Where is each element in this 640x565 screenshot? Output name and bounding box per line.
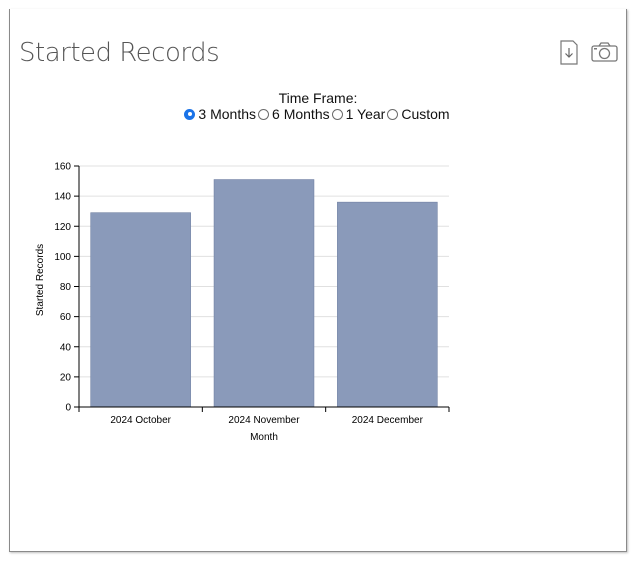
timeframe-option-6-months[interactable]: 6 Months [258,106,330,122]
radio-label: 3 Months [198,106,257,122]
download-icon [560,40,578,65]
download-button[interactable] [559,40,579,71]
screenshot-button[interactable] [591,42,619,67]
radio-label: 1 Year [345,106,386,122]
timeframe-label: Time Frame: [278,90,358,106]
widget-title: Started Records [19,38,220,68]
radio-button[interactable] [184,108,196,120]
radio-button[interactable] [331,108,343,120]
timeframe-option-3-months[interactable]: 3 Months [184,106,256,122]
camera-icon [591,42,618,62]
radio-button[interactable] [258,108,270,120]
radio-label: Custom [401,106,450,122]
timeframe-option-custom[interactable]: Custom [387,106,450,122]
radio-label: 6 Months [272,106,330,122]
timeframe-options: 3 Months 6 Months 1 Year Custom [0,106,636,123]
radio-button[interactable] [387,108,399,120]
timeframe-selector: Time Frame: 3 Months 6 Months 1 Year Custom [0,90,636,123]
timeframe-option-1-year[interactable]: 1 Year [331,106,386,122]
